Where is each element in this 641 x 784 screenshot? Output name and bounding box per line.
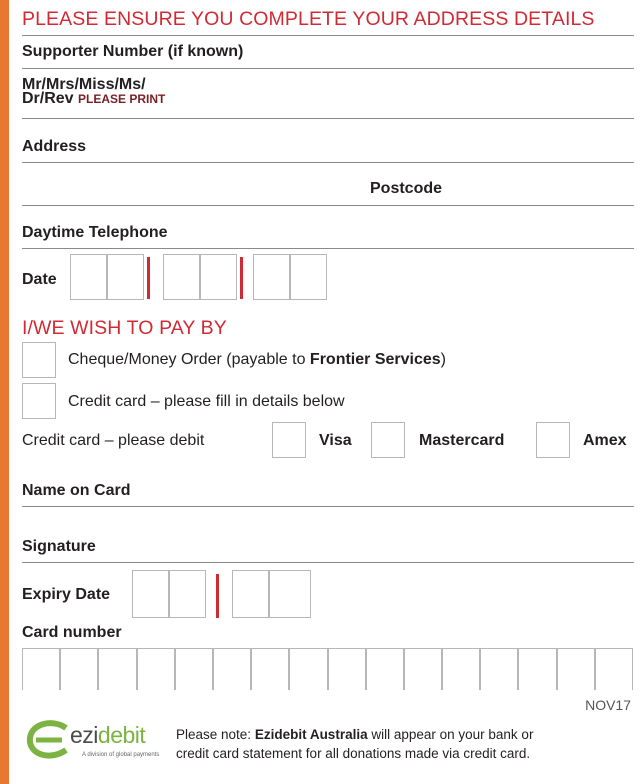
date-year-digit-2[interactable] <box>290 254 327 300</box>
name-on-card-label: Name on Card <box>22 482 131 499</box>
date-day-digit-2[interactable] <box>107 254 144 300</box>
cheque-payee: Frontier Services <box>309 351 441 368</box>
name-on-card-field[interactable] <box>22 506 634 507</box>
supporter-number-label: Supporter Number (if known) <box>22 43 244 60</box>
expiry-date-label: Expiry Date <box>22 586 111 603</box>
logo-ezi: ezi <box>70 722 98 748</box>
card-number-digit-9[interactable] <box>327 648 366 690</box>
visa-label: Visa <box>319 432 352 449</box>
expiry-year-digit-2[interactable] <box>269 570 311 618</box>
note-company: Ezidebit Australia <box>254 727 368 742</box>
card-number-digit-14[interactable] <box>518 648 557 690</box>
expiry-separator <box>216 574 219 618</box>
logo-tagline: A division of global payments <box>82 752 160 758</box>
expiry-month-digit-2[interactable] <box>169 570 206 618</box>
expiry-year-digit-1[interactable] <box>232 570 269 618</box>
address-label: Address <box>22 138 87 155</box>
card-number-digit-10[interactable] <box>365 648 404 690</box>
card-number-digit-4[interactable] <box>136 648 175 690</box>
card-number-label: Card number <box>22 624 122 641</box>
title-label: Mr/Mrs/Miss/Ms/ Dr/Rev PLEASE PRINT <box>22 77 166 107</box>
date-separator <box>240 257 243 299</box>
amex-checkbox[interactable] <box>536 422 570 458</box>
expiry-month-digit-1[interactable] <box>132 570 169 618</box>
credit-card-checkbox[interactable] <box>22 383 56 419</box>
date-month-digit-2[interactable] <box>200 254 237 300</box>
card-number-digit-7[interactable] <box>251 648 290 690</box>
postcode-label: Postcode <box>370 180 443 197</box>
page-edge-strip <box>0 0 9 784</box>
card-number-digit-8[interactable] <box>289 648 328 690</box>
cheque-suffix: ) <box>440 351 446 368</box>
card-number-digit-2[interactable] <box>60 648 99 690</box>
ezidebit-wordmark: ezidebit <box>70 722 146 749</box>
card-number-digit-6[interactable] <box>212 648 252 690</box>
date-month-digit-1[interactable] <box>163 254 200 300</box>
please-print-note: PLEASE PRINT <box>78 92 166 106</box>
mastercard-label: Mastercard <box>419 432 505 449</box>
daytime-telephone-label: Daytime Telephone <box>22 224 168 241</box>
cheque-option-label: Cheque/Money Order (payable to Frontier … <box>68 351 446 369</box>
card-number-digit-1[interactable] <box>22 648 61 690</box>
title-line2: Dr/Rev <box>22 90 74 107</box>
date-day-digit-1[interactable] <box>70 254 107 300</box>
divider <box>22 35 634 36</box>
cheque-prefix: Cheque/Money Order (payable to <box>68 351 310 368</box>
credit-card-option-label: Credit card – please fill in details bel… <box>68 393 345 410</box>
card-number-digit-5[interactable] <box>174 648 213 690</box>
signature-label: Signature <box>22 538 96 555</box>
card-number-digit-15[interactable] <box>556 648 595 690</box>
supporter-number-field[interactable] <box>22 68 634 69</box>
debit-label: Credit card – please debit <box>22 432 205 449</box>
date-label: Date <box>22 271 57 288</box>
logo-debit: debit <box>97 722 146 748</box>
card-number-digit-16[interactable] <box>594 648 633 690</box>
cheque-checkbox[interactable] <box>22 342 56 378</box>
note-line1-rest: will appear on your bank or <box>367 727 534 742</box>
form-code: NOV17 <box>585 697 631 713</box>
card-number-digit-11[interactable] <box>403 648 443 690</box>
ezidebit-swoosh-icon <box>27 720 68 759</box>
card-number-digit-3[interactable] <box>98 648 137 690</box>
ezidebit-note: Please note: Ezidebit Australia will app… <box>176 725 533 763</box>
signature-field[interactable] <box>22 562 634 563</box>
name-field[interactable] <box>22 118 634 119</box>
ezidebit-logo: ezidebit A division of global payments <box>26 718 160 766</box>
date-year-digit-1[interactable] <box>253 254 290 300</box>
telephone-field[interactable] <box>22 248 634 249</box>
address-details-heading: PLEASE ENSURE YOU COMPLETE YOUR ADDRESS … <box>22 8 595 30</box>
card-number-digit-12[interactable] <box>442 648 481 690</box>
visa-checkbox[interactable] <box>272 422 306 458</box>
card-number-digit-13[interactable] <box>480 648 519 690</box>
note-prefix: Please note: <box>176 727 255 742</box>
note-line2: credit card statement for all donations … <box>176 746 531 761</box>
mastercard-checkbox[interactable] <box>371 422 405 458</box>
pay-by-heading: I/WE WISH TO PAY BY <box>22 317 227 339</box>
date-separator <box>147 257 150 299</box>
amex-label: Amex <box>583 432 627 449</box>
address-field-line-1[interactable] <box>22 162 634 163</box>
address-field-line-2[interactable] <box>22 205 634 206</box>
